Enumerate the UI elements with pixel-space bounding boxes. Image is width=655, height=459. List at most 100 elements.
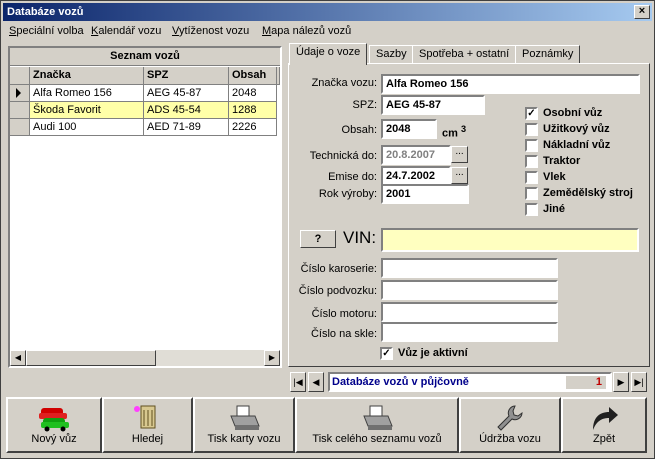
window-title: Databáze vozů bbox=[7, 6, 84, 18]
table-cell-volume[interactable]: 2226 bbox=[229, 119, 277, 136]
technical-label: Technická do: bbox=[309, 150, 377, 162]
next-record-button[interactable]: ▶ bbox=[613, 372, 629, 392]
new-car-button[interactable]: Nový vůz bbox=[6, 397, 102, 453]
technical-date-button[interactable]: ... bbox=[451, 146, 468, 163]
volume-label: Obsah: bbox=[341, 124, 377, 136]
table-cell-spz[interactable]: AED 71-89 bbox=[144, 119, 229, 136]
car-maintenance-button[interactable]: Údržba vozu bbox=[459, 397, 561, 453]
label-passenger-car: Osobní vůz bbox=[543, 107, 603, 119]
table-cell-spz[interactable]: AEG 45-87 bbox=[144, 85, 229, 102]
print-full-list-label: Tisk celého seznamu vozů bbox=[312, 433, 442, 445]
checkbox-trailer[interactable] bbox=[525, 171, 538, 184]
spz-label: SPZ: bbox=[352, 99, 377, 111]
brand-field[interactable]: Alfa Romeo 156 bbox=[381, 74, 640, 94]
record-count: 1 bbox=[566, 376, 606, 389]
row-indicator[interactable] bbox=[10, 119, 30, 136]
tab-consumption[interactable]: Spotřeba + ostatní bbox=[412, 45, 517, 64]
close-button[interactable]: × bbox=[634, 5, 650, 19]
printer-icon bbox=[230, 405, 260, 430]
menu-special[interactable]: Speciální volba bbox=[9, 25, 84, 37]
checkbox-other[interactable] bbox=[525, 203, 538, 216]
vin-help-button[interactable]: ? bbox=[300, 230, 336, 248]
print-car-card-label: Tisk karty vozu bbox=[207, 433, 281, 445]
year-field[interactable]: 2001 bbox=[381, 184, 469, 204]
table-cell-spz[interactable]: ADS 45-54 bbox=[144, 102, 229, 119]
tab-notes[interactable]: Poznámky bbox=[515, 45, 581, 64]
row-indicator[interactable] bbox=[10, 85, 30, 102]
year-label: Rok výroby: bbox=[318, 188, 377, 200]
chassis-number-label: Číslo podvozku: bbox=[298, 285, 377, 297]
vin-field[interactable] bbox=[381, 228, 639, 252]
back-label: Zpět bbox=[592, 433, 615, 445]
search-button[interactable]: Hledej bbox=[102, 397, 193, 453]
table-row[interactable]: Alfa Romeo 156 bbox=[30, 85, 144, 102]
engine-number-field[interactable] bbox=[381, 302, 558, 322]
tab-rates[interactable]: Sazby bbox=[369, 45, 414, 64]
checkbox-truck[interactable] bbox=[525, 139, 538, 152]
tab-car-details[interactable]: Údaje o voze bbox=[289, 43, 368, 65]
checkbox-tractor[interactable] bbox=[525, 155, 538, 168]
checkbox-utility-car[interactable] bbox=[525, 123, 538, 136]
emise-field[interactable]: 24.7.2002 bbox=[381, 166, 451, 186]
current-row-arrow-icon bbox=[16, 88, 21, 98]
vin-label: VIN: bbox=[343, 228, 377, 247]
row-indicator[interactable] bbox=[10, 102, 30, 119]
indicator-header bbox=[10, 67, 30, 85]
bottom-toolbar: Nový vůz Hledej Tisk karty vozu Tisk cel… bbox=[5, 397, 650, 455]
previous-record-button[interactable]: ◀ bbox=[308, 372, 324, 392]
label-trailer: Vlek bbox=[543, 171, 566, 183]
volume-field[interactable]: 2048 bbox=[381, 119, 437, 139]
print-car-card-button[interactable]: Tisk karty vozu bbox=[193, 397, 295, 453]
cars-icon bbox=[39, 408, 69, 432]
first-record-button[interactable]: |◀ bbox=[290, 372, 306, 392]
menu-utilization[interactable]: Vytíženost vozu bbox=[172, 25, 249, 37]
table-cell-volume[interactable]: 2048 bbox=[229, 85, 277, 102]
printer-icon bbox=[363, 405, 393, 430]
body-number-label: Číslo karoserie: bbox=[300, 263, 377, 275]
emise-date-button[interactable]: ... bbox=[451, 167, 468, 184]
table-cell-volume[interactable]: 1288 bbox=[229, 102, 277, 119]
car-list: Seznam vozů Značka SPZ Obsah Alfa Romeo … bbox=[8, 46, 282, 368]
menu-map[interactable]: Mapa nálezů vozů bbox=[262, 25, 351, 37]
wrench-icon bbox=[497, 405, 523, 431]
label-truck: Nákladní vůz bbox=[543, 139, 611, 151]
column-header-brand[interactable]: Značka bbox=[30, 67, 144, 85]
title-bar: Databáze vozů × bbox=[3, 3, 652, 21]
label-tractor: Traktor bbox=[543, 155, 581, 167]
horizontal-scrollbar[interactable]: ◀ ▶ bbox=[10, 350, 280, 366]
body-number-field[interactable] bbox=[381, 258, 558, 278]
column-header-spz[interactable]: SPZ bbox=[144, 67, 229, 85]
back-button[interactable]: Zpět bbox=[561, 397, 647, 453]
label-utility-car: Užitkový vůz bbox=[543, 123, 610, 135]
menu-bar: Speciální volba Kalendář vozu Vytíženost… bbox=[3, 22, 652, 42]
car-list-title: Seznam vozů bbox=[10, 48, 280, 66]
volume-unit: cm 3 bbox=[442, 124, 466, 140]
table-row[interactable]: Audi 100 bbox=[30, 119, 144, 136]
checkbox-agricultural[interactable] bbox=[525, 187, 538, 200]
search-label: Hledej bbox=[131, 433, 164, 445]
label-active: Vůz je aktivní bbox=[398, 347, 468, 359]
menu-calendar[interactable]: Kalendář vozu bbox=[91, 25, 161, 37]
checkbox-passenger-car[interactable]: ✓ bbox=[525, 107, 538, 120]
spz-field[interactable]: AEG 45-87 bbox=[381, 95, 485, 115]
chassis-number-field[interactable] bbox=[381, 280, 558, 300]
scroll-left-button[interactable]: ◀ bbox=[10, 350, 26, 366]
glass-number-field[interactable] bbox=[381, 322, 558, 342]
table-row[interactable]: Škoda Favorit bbox=[30, 102, 144, 119]
search-files-icon bbox=[133, 405, 155, 429]
last-record-button[interactable]: ▶| bbox=[631, 372, 647, 392]
car-details-panel: Značka vozu: Alfa Romeo 156 SPZ: AEG 45-… bbox=[288, 63, 650, 367]
volume-unit-text: cm bbox=[442, 127, 458, 140]
main-window: Databáze vozů × Speciální volba Kalendář… bbox=[0, 0, 655, 459]
scroll-thumb[interactable] bbox=[26, 350, 156, 366]
engine-number-label: Číslo motoru: bbox=[311, 308, 377, 320]
print-full-list-button[interactable]: Tisk celého seznamu vozů bbox=[295, 397, 459, 453]
glass-number-label: Číslo na skle: bbox=[310, 328, 377, 340]
navigator-label: Databáze vozů v půjčovně bbox=[332, 376, 469, 388]
new-car-label: Nový vůz bbox=[31, 433, 77, 445]
technical-field[interactable]: 20.8.2007 bbox=[381, 145, 451, 165]
column-header-volume[interactable]: Obsah bbox=[229, 67, 277, 85]
checkbox-active[interactable]: ✓ bbox=[380, 347, 393, 360]
scroll-right-button[interactable]: ▶ bbox=[264, 350, 280, 366]
volume-unit-superscript: 3 bbox=[460, 124, 467, 134]
